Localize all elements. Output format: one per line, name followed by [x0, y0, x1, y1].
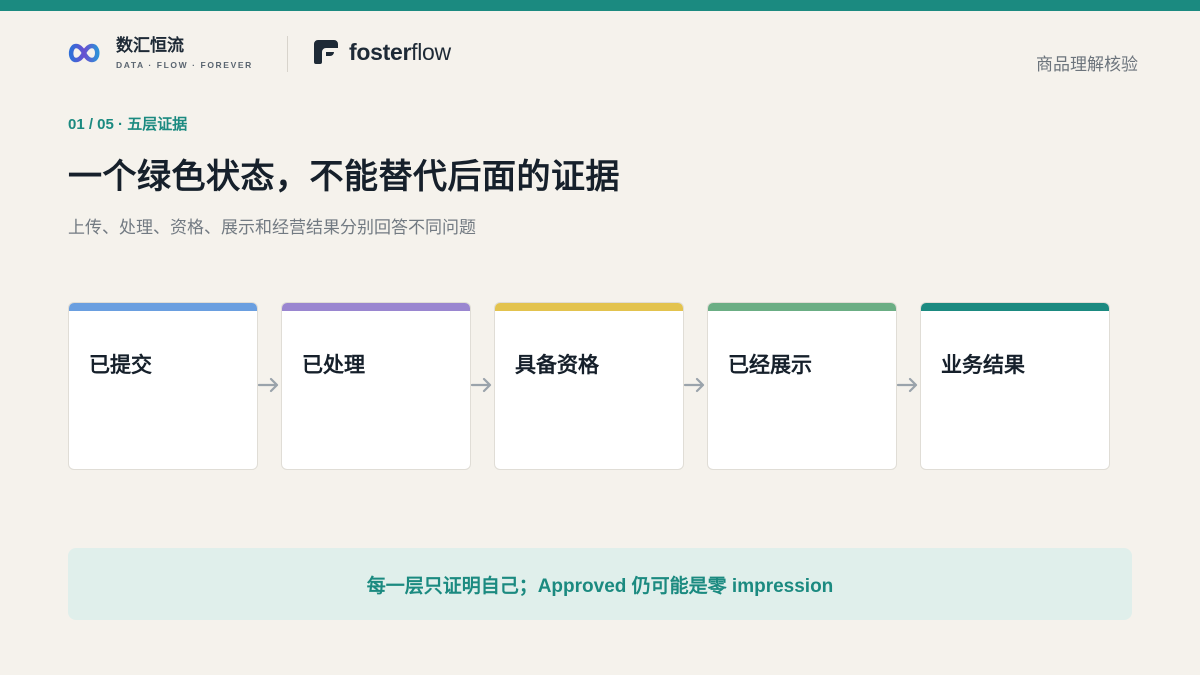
- brand: 数汇恒流 DATA · FLOW · FOREVER: [66, 36, 253, 70]
- top-accent-bar: [0, 0, 1200, 11]
- brand-tagline: DATA · FLOW · FOREVER: [116, 60, 253, 70]
- brand-name: 数汇恒流: [116, 36, 184, 55]
- arrow-right-icon: [257, 377, 279, 393]
- step-label: 已提交: [89, 354, 152, 377]
- page-title: 一个绿色状态，不能替代后面的证据: [68, 158, 620, 196]
- step-card-displayed: 已经展示: [707, 302, 897, 470]
- step-label: 已经展示: [728, 354, 812, 377]
- step-card-business-result: 业务结果: [920, 302, 1110, 470]
- step-card-submitted: 已提交: [68, 302, 258, 470]
- infinity-loop-icon: [68, 43, 100, 63]
- partner-name-bold: foster: [349, 38, 412, 65]
- callout-note-text: 每一层只证明自己；Approved 仍可能是零 impression: [366, 575, 834, 597]
- step-label: 业务结果: [941, 354, 1025, 377]
- step-color-bar: [708, 303, 896, 311]
- step-color-bar: [921, 303, 1109, 311]
- header-right-label: 商品理解核验: [1036, 55, 1138, 74]
- header-divider: [287, 36, 288, 72]
- fosterflow-f-icon: [314, 40, 338, 64]
- arrow-right-icon: [896, 377, 918, 393]
- callout-note: 每一层只证明自己；Approved 仍可能是零 impression: [68, 548, 1132, 620]
- partner-name-light: flow: [411, 38, 451, 65]
- step-card-processed: 已处理: [281, 302, 471, 470]
- step-color-bar: [495, 303, 683, 311]
- step-card-eligible: 具备资格: [494, 302, 684, 470]
- step-label: 已处理: [302, 354, 365, 377]
- section-kicker: 01 / 05 · 五层证据: [68, 116, 188, 133]
- arrow-right-icon: [683, 377, 705, 393]
- step-label: 具备资格: [515, 354, 599, 377]
- step-color-bar: [282, 303, 470, 311]
- page-subtitle: 上传、处理、资格、展示和经营结果分别回答不同问题: [68, 218, 476, 237]
- arrow-right-icon: [470, 377, 492, 393]
- step-color-bar: [69, 303, 257, 311]
- partner-name: fosterflow: [349, 39, 451, 66]
- partner-brand: fosterflow: [312, 38, 451, 66]
